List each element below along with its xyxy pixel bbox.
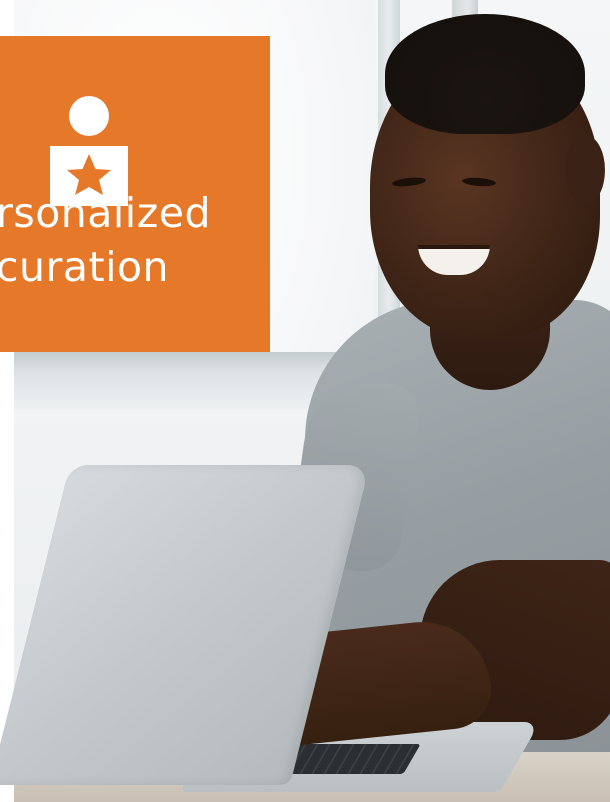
badge-content: rsonalized curation: [0, 36, 270, 352]
badge-title-line1: rsonalized: [0, 189, 211, 237]
personalized-curation-badge: rsonalized curation: [0, 36, 270, 352]
badge-title-line2: curation: [0, 243, 170, 291]
person-hair: [385, 14, 585, 134]
hero-photo: rsonalized curation: [0, 0, 610, 802]
person-ear: [565, 135, 605, 205]
badge-title: rsonalized curation: [0, 186, 211, 294]
